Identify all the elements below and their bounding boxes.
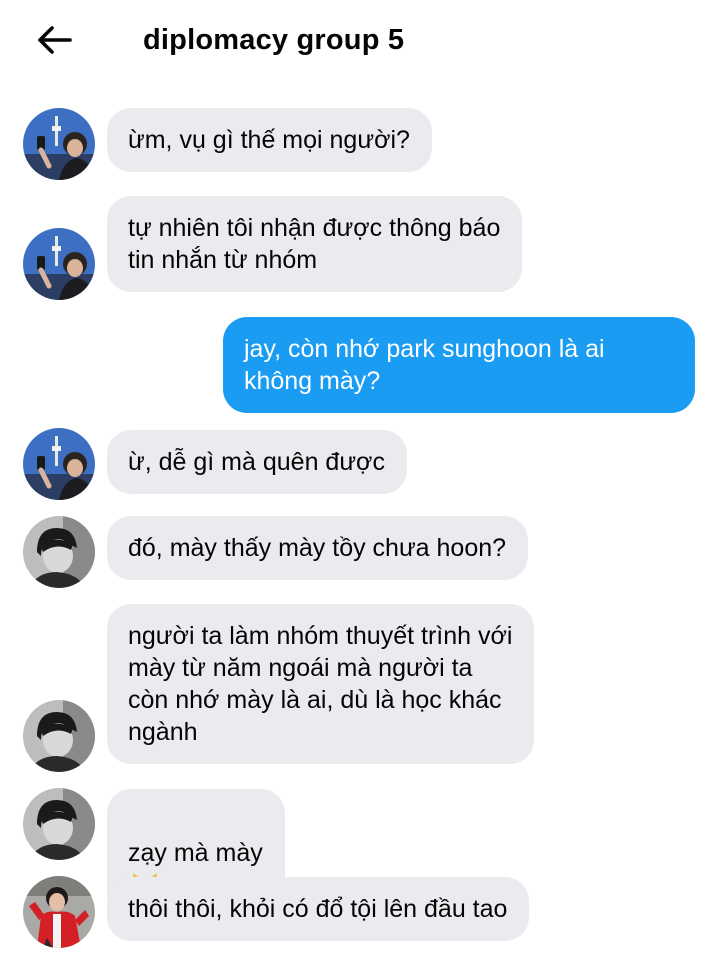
avatar[interactable] (23, 876, 95, 948)
message-bubble[interactable]: tự nhiên tôi nhận được thông báo tin nhắ… (107, 196, 523, 292)
avatar[interactable] (23, 788, 95, 860)
back-button[interactable] (28, 18, 80, 62)
chat-screen: diplomacy group 5 ừm, vụ gì thế mọi ngườ… (0, 0, 716, 956)
message-bubble[interactable]: thôi thôi, khỏi có đổ tội lên đầu tao (107, 877, 530, 941)
arrow-left-icon (38, 26, 72, 54)
avatar-bw-boy-icon (23, 516, 95, 588)
message-bubble[interactable]: ừm, vụ gì thế mọi người? (107, 108, 432, 172)
chat-header: diplomacy group 5 (0, 0, 716, 80)
message-bubble[interactable]: người ta làm nhóm thuyết trình với mày t… (107, 604, 535, 764)
avatar[interactable] (23, 428, 95, 500)
avatar-tower-selfie-icon (23, 228, 95, 300)
message-bubble[interactable]: đó, mày thấy mày tồy chưa hoon? (107, 516, 529, 580)
message-text: zạy mà mày (128, 839, 263, 867)
avatar-tower-selfie-icon (23, 428, 95, 500)
avatar-red-jacket-icon (23, 876, 95, 948)
avatar[interactable] (23, 108, 95, 180)
avatar-bw-boy-icon (23, 788, 95, 860)
avatar[interactable] (23, 228, 95, 300)
avatar[interactable] (23, 700, 95, 772)
avatar-tower-selfie-icon (23, 108, 95, 180)
avatar-bw-boy-icon (23, 700, 95, 772)
conversation-title: diplomacy group 5 (143, 24, 405, 56)
message-bubble-outgoing[interactable]: jay, còn nhớ park sunghoon là ai không m… (223, 317, 695, 413)
avatar[interactable] (23, 516, 95, 588)
message-bubble[interactable]: ừ, dễ gì mà quên được (107, 430, 407, 494)
